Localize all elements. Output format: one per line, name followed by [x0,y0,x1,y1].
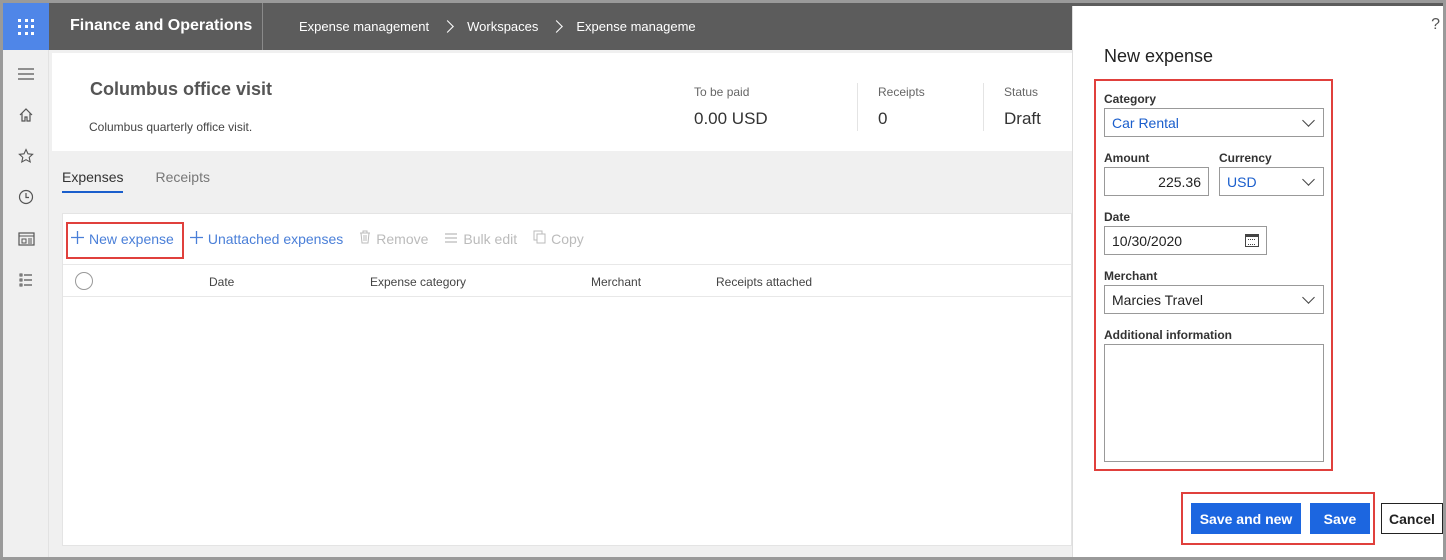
breadcrumb-item-expense-management[interactable]: Expense management [299,19,429,34]
unattached-expenses-label: Unattached expenses [207,231,344,247]
stat-receipts: Receipts 0 [878,85,925,129]
plus-icon [189,230,203,248]
merchant-dropdown[interactable]: Marcies Travel [1104,285,1324,314]
column-header-date[interactable]: Date [209,275,234,289]
chevron-down-icon [1302,113,1315,127]
expenses-grid: New expense Unattached expenses Remove B… [62,213,1072,546]
stat-value: 0 [878,109,888,128]
stat-label: Receipts [878,85,925,99]
record-description: Columbus quarterly office visit. [89,120,253,134]
page-title: Columbus office visit [90,79,273,99]
stat-label: To be paid [694,85,750,99]
chevron-down-icon [1302,290,1315,304]
stat-divider [983,83,984,131]
workspace-icon[interactable] [16,229,36,249]
stat-value: Draft [1004,109,1041,128]
hamburger-icon[interactable] [16,64,36,84]
category-dropdown[interactable]: Car Rental [1104,108,1324,137]
app-window: Finance and Operations Expense managemen… [0,0,1446,560]
panel-title: New expense [1104,46,1214,66]
app-launcher-button[interactable] [3,3,49,50]
merchant-label: Merchant [1104,269,1158,283]
record-header: Columbus office visit Columbus quarterly… [52,53,1072,151]
currency-value: USD [1227,173,1257,190]
breadcrumb: Expense management Workspaces Expense ma… [299,19,696,34]
copy-button[interactable]: Copy [533,230,584,248]
waffle-icon [18,18,34,35]
amount-field[interactable]: 225.36 [1104,167,1209,196]
date-value: 10/30/2020 [1112,232,1183,249]
stat-to-be-paid: To be paid 0.00 USD [694,85,768,129]
home-icon[interactable] [16,105,36,125]
list-icon[interactable] [16,270,36,290]
save-button[interactable]: Save [1310,503,1370,534]
clock-icon[interactable] [16,187,36,207]
help-icon[interactable]: ? [1431,16,1440,34]
amount-label: Amount [1104,151,1150,165]
unattached-expenses-button[interactable]: Unattached expenses [189,230,344,248]
currency-label: Currency [1219,151,1272,165]
highlight-new-expense [66,222,184,259]
chevron-down-icon [1302,172,1315,186]
cancel-button[interactable]: Cancel [1381,503,1443,534]
currency-dropdown[interactable]: USD [1219,167,1324,196]
breadcrumb-item-expense-management-workspace[interactable]: Expense manageme [576,19,695,34]
bulk-edit-button[interactable]: Bulk edit [444,231,517,248]
stat-value: 0.00 USD [694,109,768,128]
star-icon[interactable] [16,146,36,166]
date-field[interactable]: 10/30/2020 [1104,226,1267,255]
remove-label: Remove [376,231,429,247]
trash-icon [359,230,371,248]
left-nav [3,50,49,557]
chevron-right-icon [443,20,453,34]
tab-expenses[interactable]: Expenses [62,169,124,193]
app-title[interactable]: Finance and Operations [70,17,252,35]
date-label: Date [1104,210,1131,224]
copy-label: Copy [551,231,584,247]
calendar-icon[interactable] [1245,234,1259,247]
tab-bar: Expenses Receipts [62,169,242,193]
new-expense-panel: ? New expense Category Car Rental Amount… [1072,6,1443,557]
additional-information-textarea[interactable] [1104,344,1324,462]
breadcrumb-item-workspaces[interactable]: Workspaces [467,19,538,34]
bulk-edit-icon [444,231,458,248]
tab-receipts[interactable]: Receipts [155,169,209,193]
merchant-value: Marcies Travel [1112,291,1204,308]
stat-status: Status Draft [1004,85,1041,129]
save-and-new-button[interactable]: Save and new [1191,503,1301,534]
column-header-expense-category[interactable]: Expense category [370,275,466,289]
select-all-checkbox[interactable] [75,272,93,290]
column-header-receipts-attached[interactable]: Receipts attached [716,275,812,289]
bulk-edit-label: Bulk edit [463,231,518,247]
column-header-merchant[interactable]: Merchant [591,275,641,289]
chevron-right-icon [552,20,562,34]
topbar-divider [262,3,263,50]
category-label: Category [1104,92,1157,106]
additional-information-label: Additional information [1104,328,1232,342]
stat-divider [857,83,858,131]
category-value: Car Rental [1112,114,1179,131]
amount-value: 225.36 [1158,173,1201,190]
stat-label: Status [1004,85,1039,99]
remove-button[interactable]: Remove [359,230,428,248]
grid-header-row: Date Expense category Merchant Receipts … [63,264,1071,297]
copy-icon [533,230,546,248]
